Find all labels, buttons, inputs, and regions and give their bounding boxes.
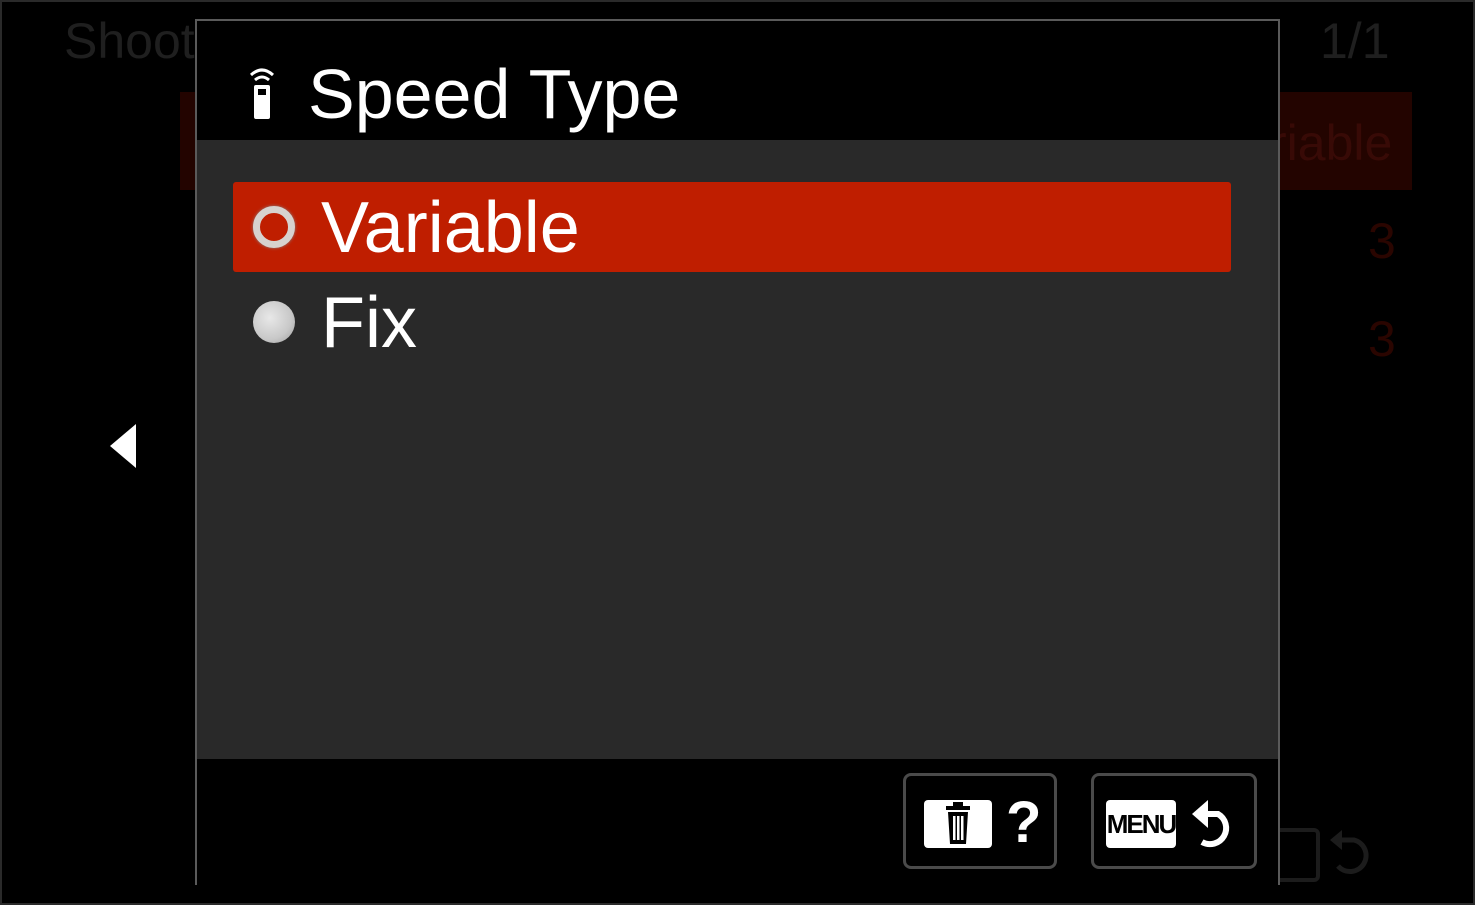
dialog-title: Speed Type	[308, 55, 681, 133]
menu-back-button[interactable]: MENU	[1091, 773, 1257, 869]
options-list: Variable Fix	[197, 140, 1278, 759]
speed-type-dialog: Speed Type Variable Fix ? MENU	[195, 19, 1280, 885]
background-selected-value: riable	[1270, 115, 1393, 171]
menu-label: MENU	[1106, 800, 1177, 848]
background-value-1: 3	[1368, 213, 1396, 269]
help-button[interactable]: ?	[903, 773, 1057, 869]
dialog-footer: ? MENU	[197, 759, 1278, 885]
background-menu-title: Shooti	[64, 13, 206, 69]
dialog-header: Speed Type	[197, 21, 1278, 140]
radio-selected-icon	[253, 206, 295, 248]
help-label: ?	[1006, 790, 1042, 855]
option-label: Fix	[321, 283, 417, 363]
option-label: Variable	[321, 188, 580, 268]
background-return-icon	[1330, 830, 1369, 874]
return-arrow-icon	[1192, 800, 1230, 848]
option-variable[interactable]: Variable	[233, 182, 1231, 272]
previous-page-arrow-icon[interactable]	[110, 424, 136, 468]
remote-shutter-icon	[249, 68, 275, 119]
trash-icon	[924, 800, 992, 848]
background-value-2: 3	[1368, 311, 1396, 367]
radio-unselected-icon	[253, 301, 295, 343]
option-fix[interactable]: Fix	[233, 277, 1231, 367]
page-indicator: 1/1	[1320, 13, 1390, 69]
